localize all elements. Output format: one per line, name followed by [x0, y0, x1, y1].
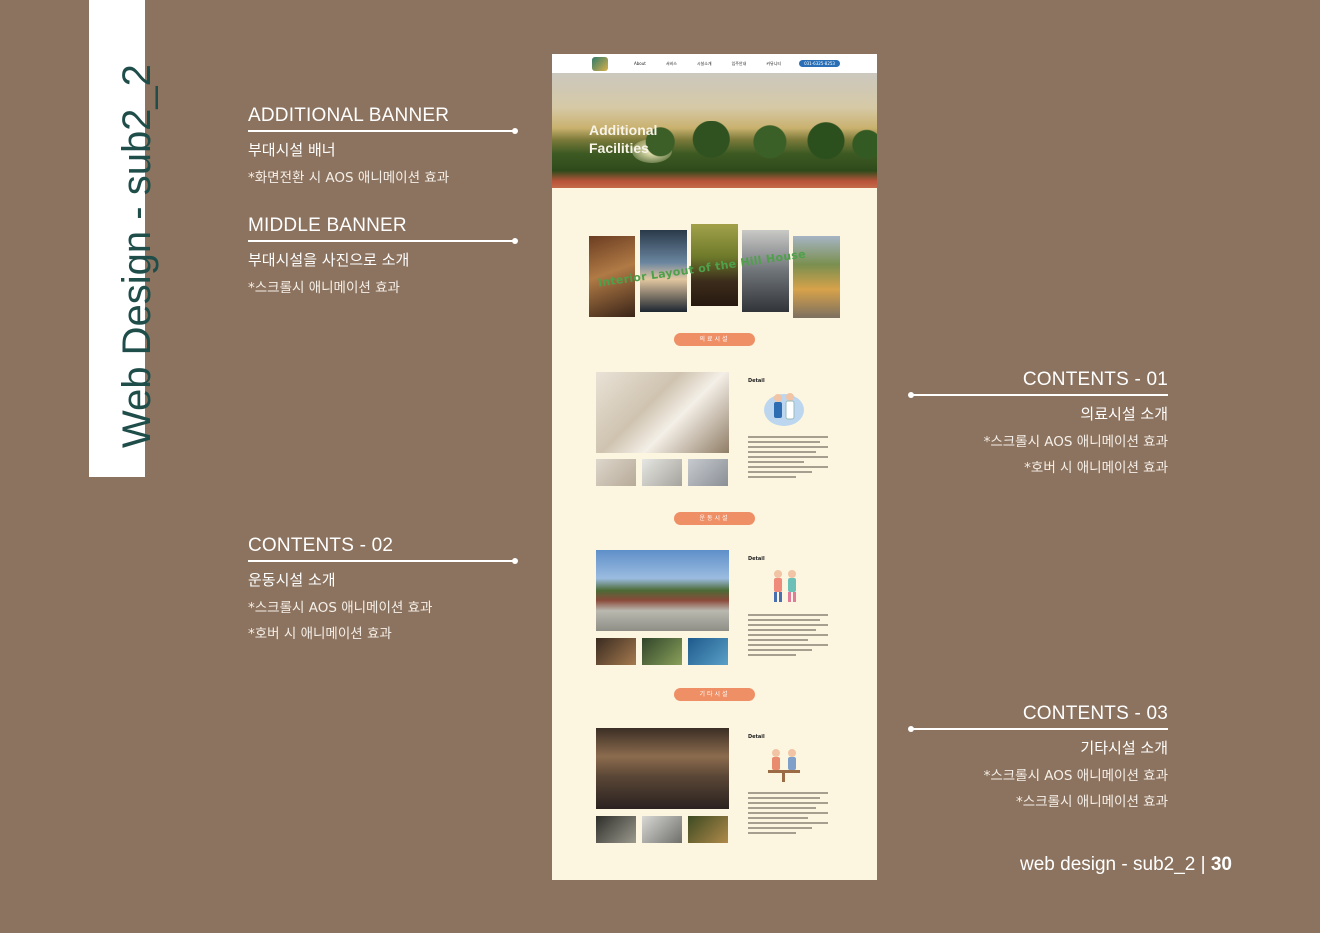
doctor-patient-illustration [764, 393, 804, 426]
exercise-main-photo[interactable] [596, 550, 729, 631]
detail-label: Detail [748, 734, 765, 740]
banner-title-line: Facilities [589, 140, 649, 157]
annotation-heading: CONTENTS - 02 [248, 535, 394, 556]
exercise-thumb[interactable] [688, 638, 728, 665]
exercise-description-text [748, 614, 828, 659]
section-other: Detail [596, 728, 836, 848]
annotation-sub: 부대시설을 사진으로 소개 [248, 251, 410, 269]
section-medical: Detail [596, 372, 836, 492]
annotation-leader-line [908, 726, 1168, 732]
mockup-nav: About 서비스 시설소개 입주안내 커뮤니티 031-6325-8253 [552, 54, 877, 73]
other-description-text [748, 792, 828, 837]
elderly-couple-illustration [768, 749, 800, 782]
annotation-additional-banner: ADDITIONAL BANNER 부대시설 배너 *화면전환 시 AOS 애니… [248, 105, 518, 186]
section-exercise: Detail [596, 550, 836, 670]
detail-label: Detail [748, 556, 765, 562]
page-number: 30 [1210, 854, 1232, 875]
other-thumb[interactable] [596, 816, 636, 843]
annotation-note: *스크롤시 AOS 애니메이션 효과 [248, 600, 433, 616]
annotation-note: *스크롤시 AOS 애니메이션 효과 [983, 434, 1168, 450]
section-pill-other[interactable]: 기타시설 [674, 688, 755, 701]
footer-label: web design - sub2_2 | [1020, 854, 1206, 875]
tree-line-image [622, 121, 877, 173]
annotation-note: *스크롤시 AOS 애니메이션 효과 [983, 768, 1168, 784]
nav-item-service[interactable]: 서비스 [666, 61, 677, 67]
side-title-tab: Web Design - sub2_2 [89, 0, 159, 477]
website-mockup: About 서비스 시설소개 입주안내 커뮤니티 031-6325-8253 A… [552, 54, 877, 880]
annotation-sub: 기타시설 소개 [1080, 739, 1168, 757]
nav-item-facilities[interactable]: 시설소개 [697, 61, 712, 67]
annotation-note: *화면전환 시 AOS 애니메이션 효과 [248, 170, 450, 186]
banner-title-line: Additional [589, 122, 658, 138]
exercise-illustration [774, 570, 796, 602]
annotation-contents-01: CONTENTS - 01 의료시설 소개 *스크롤시 AOS 애니메이션 효과… [908, 369, 1168, 476]
phone-button[interactable]: 031-6325-8253 [799, 60, 840, 67]
medical-thumb[interactable] [642, 459, 682, 486]
page-footer: web design - sub2_2 | 30 [1020, 854, 1232, 876]
annotation-leader-line [248, 238, 518, 244]
annotation-heading: ADDITIONAL BANNER [248, 105, 450, 126]
medical-thumb[interactable] [688, 459, 728, 486]
other-thumb[interactable] [642, 816, 682, 843]
annotation-sub: 의료시설 소개 [1080, 405, 1168, 423]
medical-main-photo[interactable] [596, 372, 729, 453]
annotation-contents-02: CONTENTS - 02 운동시설 소개 *스크롤시 AOS 애니메이션 효과… [248, 535, 518, 642]
logo-icon[interactable] [592, 56, 608, 71]
annotation-sub: 운동시설 소개 [248, 571, 336, 589]
annotation-heading: CONTENTS - 03 [1022, 703, 1168, 724]
other-main-photo[interactable] [596, 728, 729, 809]
banner-title: Additional Facilities [589, 121, 657, 157]
section-pill-exercise[interactable]: 운동시설 [674, 512, 755, 525]
annotation-leader-line [248, 558, 518, 564]
annotation-contents-03: CONTENTS - 03 기타시설 소개 *스크롤시 AOS 애니메이션 효과… [908, 703, 1168, 810]
annotation-note: *호버 시 애니메이션 효과 [1024, 460, 1168, 476]
nav-item-community[interactable]: 커뮤니티 [766, 61, 781, 67]
annotation-note: *스크롤시 애니메이션 효과 [1016, 794, 1168, 810]
collage-photo-laundry [742, 230, 789, 312]
mockup-nav-items: About 서비스 시설소개 입주안내 커뮤니티 [634, 61, 781, 67]
annotation-heading: MIDDLE BANNER [248, 215, 407, 236]
other-thumb[interactable] [688, 816, 728, 843]
annotation-middle-banner: MIDDLE BANNER 부대시설을 사진으로 소개 *스크롤시 애니메이션 … [248, 215, 518, 296]
side-title: Web Design - sub2_2 [115, 64, 159, 448]
middle-banner-collage: Interior Layout of the Hill House [589, 224, 841, 320]
annotation-sub: 부대시설 배너 [248, 141, 336, 159]
annotation-heading: CONTENTS - 01 [1022, 369, 1168, 390]
annotation-leader-line [908, 392, 1168, 398]
annotation-note: *호버 시 애니메이션 효과 [248, 626, 392, 642]
section-pill-medical[interactable]: 의료시설 [674, 333, 755, 346]
medical-description-text [748, 436, 828, 481]
annotation-leader-line [248, 128, 518, 134]
exercise-thumb[interactable] [596, 638, 636, 665]
exercise-thumb[interactable] [642, 638, 682, 665]
annotation-note: *스크롤시 애니메이션 효과 [248, 280, 400, 296]
medical-thumb[interactable] [596, 459, 636, 486]
nav-item-move-in[interactable]: 입주안내 [732, 61, 747, 67]
nav-item-about[interactable]: About [634, 61, 646, 67]
additional-banner: Additional Facilities [552, 73, 877, 188]
detail-label: Detail [748, 378, 765, 384]
